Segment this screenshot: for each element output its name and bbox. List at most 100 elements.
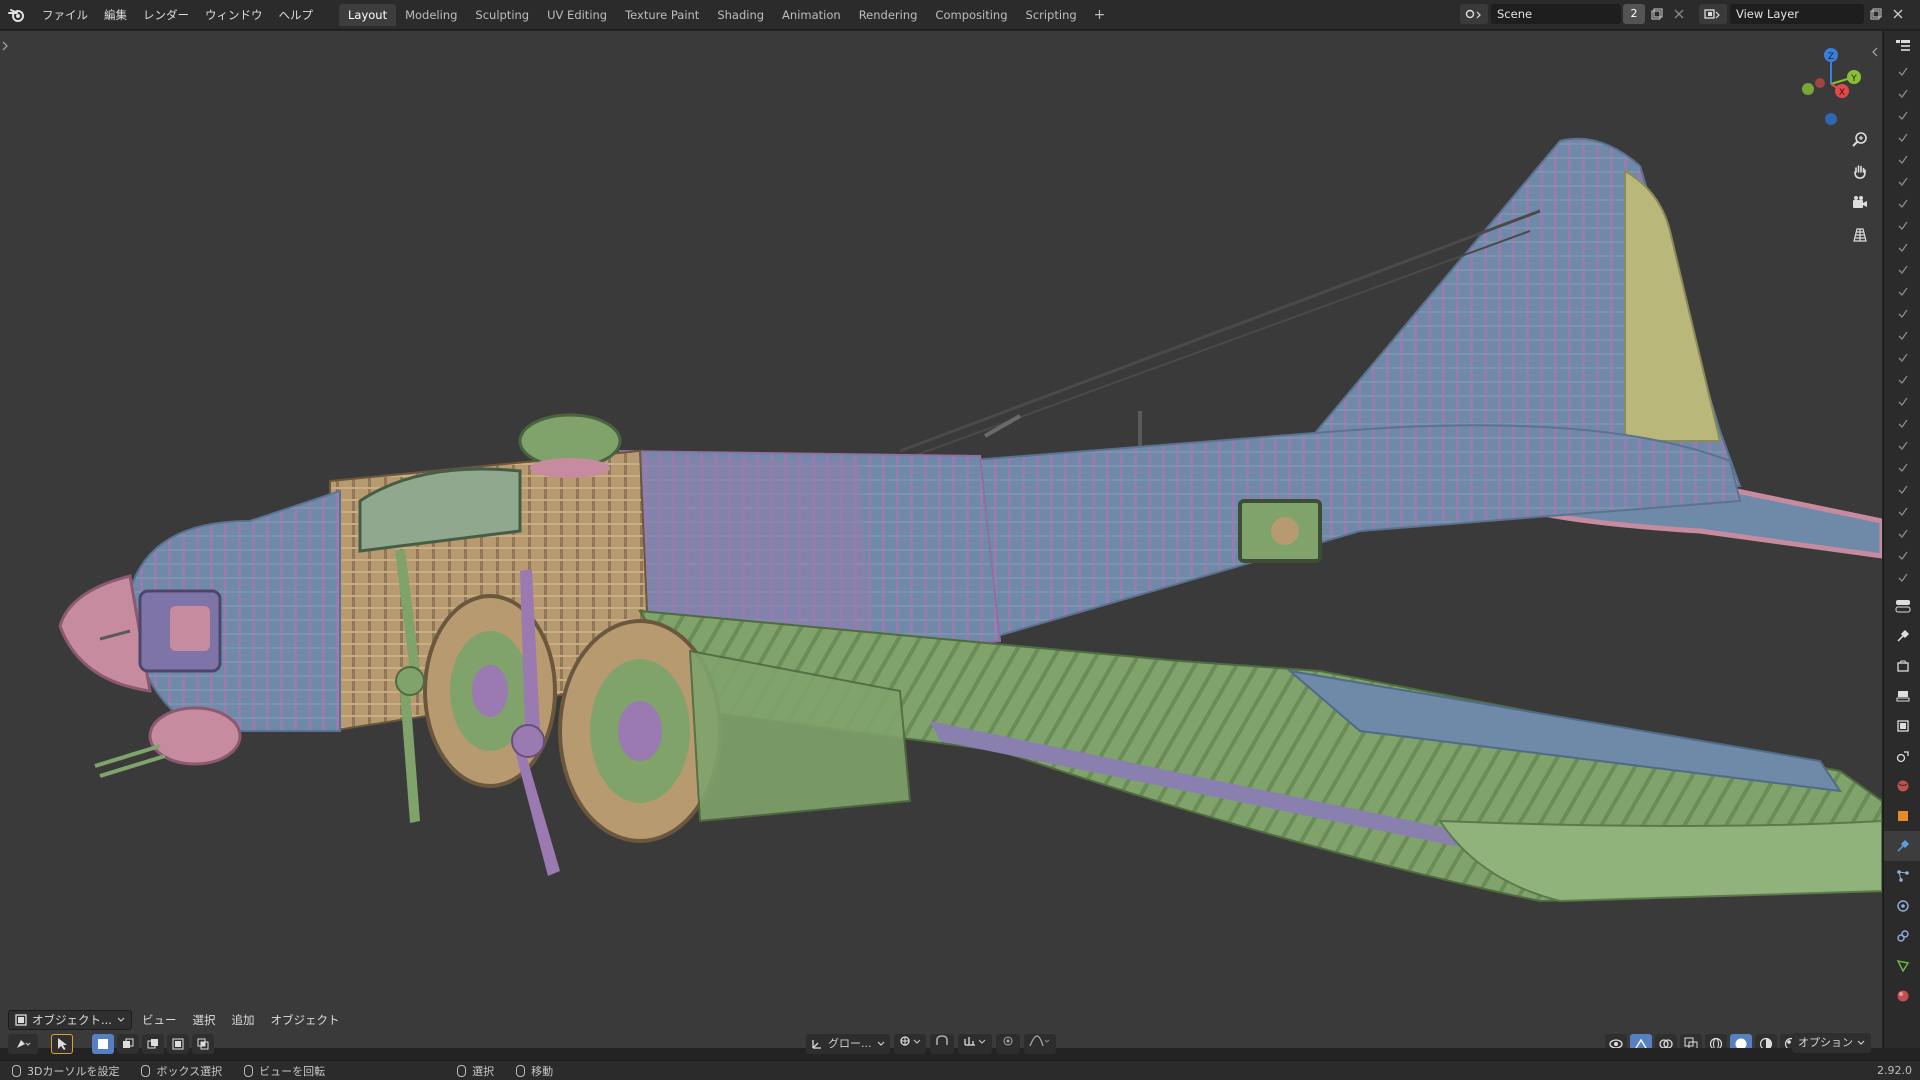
outliner-visibility-checkbox[interactable] [1884,105,1920,127]
new-scene-icon[interactable] [1647,4,1667,24]
outliner-visibility-checkbox[interactable] [1884,413,1920,435]
falloff-icon[interactable] [1023,1034,1056,1054]
solid-shading-icon[interactable] [1730,1034,1752,1048]
render-tab-icon[interactable] [1884,651,1920,681]
toolbar-toggle-icon[interactable] [2,41,8,54]
tab-texture-paint[interactable]: Texture Paint [616,4,708,26]
outliner-icon[interactable] [1884,31,1920,61]
outliner-visibility-checkbox[interactable] [1884,149,1920,171]
outliner-visibility-checkbox[interactable] [1884,61,1920,83]
delete-scene-icon[interactable] [1669,4,1689,24]
proportional-edit-icon[interactable] [995,1034,1020,1054]
navigation-gizmo[interactable]: Z Y X [1786,39,1876,129]
scene-users-count[interactable]: 2 [1623,4,1645,24]
material-shading-icon[interactable] [1755,1034,1777,1048]
constraints-tab-icon[interactable] [1884,921,1920,951]
perspective-grid-icon[interactable] [1847,222,1873,248]
sidebar-toggle-icon[interactable] [1872,47,1878,60]
visibility-icon[interactable] [1605,1034,1627,1048]
outliner-visibility-checkbox[interactable] [1884,193,1920,215]
menu-view[interactable]: ビュー [136,1010,183,1030]
tool-tab-icon[interactable] [1884,621,1920,651]
menu-render[interactable]: レンダー [135,0,197,30]
select-cursor-icon[interactable] [51,1034,73,1054]
tab-sculpting[interactable]: Sculpting [466,4,538,26]
outliner-visibility-checkbox[interactable] [1884,215,1920,237]
world-tab-icon[interactable] [1884,771,1920,801]
outliner-visibility-checkbox[interactable] [1884,281,1920,303]
pivot-point-icon[interactable] [893,1034,926,1054]
scene-browse-button[interactable] [1460,4,1488,24]
snap-target-icon[interactable] [957,1034,992,1054]
outliner-visibility-checkbox[interactable] [1884,391,1920,413]
view-layer-name-field[interactable]: View Layer [1730,4,1864,24]
outliner-visibility-checkbox[interactable] [1884,435,1920,457]
transform-orientation-selector[interactable]: グロー... [806,1034,890,1054]
tab-scripting[interactable]: Scripting [1017,4,1086,26]
particles-tab-icon[interactable] [1884,861,1920,891]
tool-picker-icon[interactable] [8,1034,38,1054]
menu-select[interactable]: 選択 [186,1010,221,1030]
top-bar: ファイル 編集 レンダー ウィンドウ ヘルプ Layout Modeling S… [0,0,1920,30]
blender-logo-icon[interactable] [0,0,34,30]
outliner-visibility-checkbox[interactable] [1884,457,1920,479]
outliner-visibility-checkbox[interactable] [1884,325,1920,347]
menu-add[interactable]: 追加 [225,1010,260,1030]
physics-tab-icon[interactable] [1884,891,1920,921]
zoom-icon[interactable] [1847,126,1873,152]
outliner-visibility-checkbox[interactable] [1884,501,1920,523]
gizmo-toggle-icon[interactable] [1630,1034,1652,1048]
add-workspace-button[interactable]: + [1086,7,1114,23]
overlay-toggle-icon[interactable] [1655,1034,1677,1048]
tab-layout[interactable]: Layout [339,3,397,26]
tab-compositing[interactable]: Compositing [926,4,1016,26]
menu-object[interactable]: オブジェクト [264,1010,345,1030]
scene-name-field[interactable]: Scene [1491,4,1621,24]
modifier-tab-icon[interactable] [1884,831,1920,861]
outliner-visibility-checkbox[interactable] [1884,347,1920,369]
wireframe-shading-icon[interactable] [1705,1034,1727,1048]
xray-toggle-icon[interactable] [1680,1034,1702,1048]
menu-edit[interactable]: 編集 [96,0,135,30]
new-view-layer-icon[interactable] [1866,4,1886,24]
select-intersect-icon[interactable] [192,1034,214,1054]
select-extend-icon[interactable] [117,1034,139,1054]
material-tab-icon[interactable] [1884,981,1920,1011]
mode-selector[interactable]: オブジェクト... [8,1010,132,1030]
tab-rendering[interactable]: Rendering [850,4,927,26]
outliner-visibility-checkbox[interactable] [1884,83,1920,105]
select-new-icon[interactable] [92,1034,114,1054]
tab-modeling[interactable]: Modeling [396,4,466,26]
outliner-visibility-checkbox[interactable] [1884,369,1920,391]
outliner-visibility-checkbox[interactable] [1884,259,1920,281]
outliner-visibility-checkbox[interactable] [1884,171,1920,193]
outliner-visibility-checkbox[interactable] [1884,127,1920,149]
menu-window[interactable]: ウィンドウ [197,0,271,30]
options-dropdown[interactable]: オプション [1792,1033,1871,1053]
outliner-visibility-checkbox[interactable] [1884,545,1920,567]
select-invert-icon[interactable] [167,1034,189,1054]
tab-uv-editing[interactable]: UV Editing [538,4,616,26]
pan-hand-icon[interactable] [1847,158,1873,184]
outliner-visibility-checkbox[interactable] [1884,303,1920,325]
select-subtract-icon[interactable] [142,1034,164,1054]
output-tab-icon[interactable] [1884,681,1920,711]
outliner-visibility-checkbox[interactable] [1884,567,1920,589]
view-layer-tab-icon[interactable] [1884,711,1920,741]
tab-shading[interactable]: Shading [708,4,773,26]
snap-toggle-icon[interactable] [929,1034,954,1054]
data-tab-icon[interactable] [1884,951,1920,981]
scene-tab-icon[interactable] [1884,741,1920,771]
properties-editor-icon[interactable] [1884,591,1920,621]
outliner-visibility-checkbox[interactable] [1884,237,1920,259]
outliner-visibility-checkbox[interactable] [1884,479,1920,501]
3d-viewport[interactable]: Z Y X オブジェクト... ビュー 選択 追加 オブジェクト [0,31,1882,1048]
menu-help[interactable]: ヘルプ [271,0,322,30]
menu-file[interactable]: ファイル [34,0,96,30]
delete-view-layer-icon[interactable] [1888,4,1908,24]
tab-animation[interactable]: Animation [773,4,850,26]
view-layer-browse-button[interactable] [1699,4,1727,24]
outliner-visibility-checkbox[interactable] [1884,523,1920,545]
object-tab-icon[interactable] [1884,801,1920,831]
camera-view-icon[interactable] [1847,190,1873,216]
